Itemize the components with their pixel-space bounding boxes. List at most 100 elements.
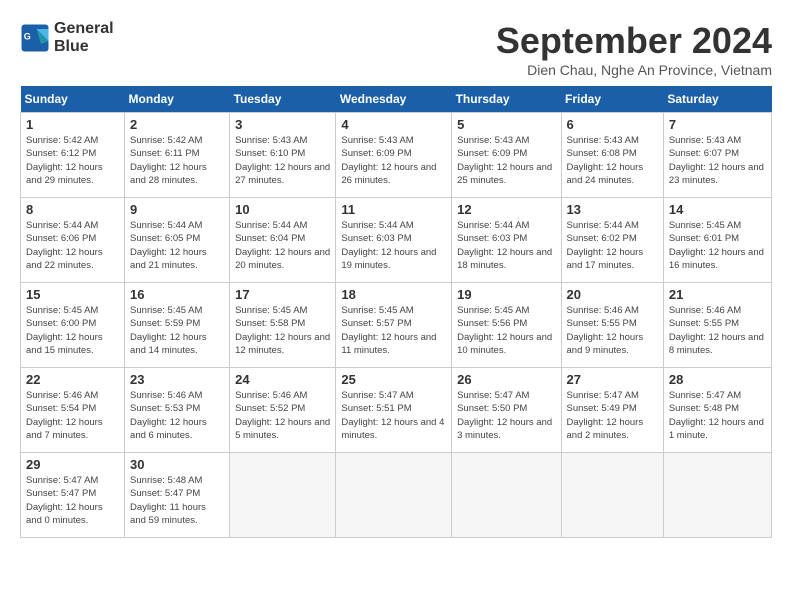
calendar-cell: 9 Sunrise: 5:44 AM Sunset: 6:05 PM Dayli…: [125, 198, 230, 283]
header-row: Sunday Monday Tuesday Wednesday Thursday…: [21, 86, 772, 113]
daylight-label: Daylight: 12 hours and 1 minute.: [669, 417, 764, 441]
calendar-cell: 6 Sunrise: 5:43 AM Sunset: 6:08 PM Dayli…: [561, 113, 663, 198]
day-number: 11: [341, 202, 446, 217]
calendar-cell: [336, 453, 452, 538]
sunrise-label: Sunrise: 5:47 AM: [567, 390, 639, 401]
sunrise-label: Sunrise: 5:44 AM: [130, 220, 202, 231]
sunset-label: Sunset: 6:00 PM: [26, 318, 96, 329]
day-number: 9: [130, 202, 224, 217]
logo: G General Blue: [20, 20, 114, 55]
calendar-cell: 17 Sunrise: 5:45 AM Sunset: 5:58 PM Dayl…: [230, 283, 336, 368]
day-number: 26: [457, 372, 555, 387]
calendar-cell: [663, 453, 771, 538]
day-info: Sunrise: 5:45 AM Sunset: 5:56 PM Dayligh…: [457, 304, 555, 357]
daylight-label: Daylight: 12 hours and 18 minutes.: [457, 247, 552, 271]
calendar-cell: [561, 453, 663, 538]
sunrise-label: Sunrise: 5:46 AM: [567, 305, 639, 316]
daylight-label: Daylight: 12 hours and 19 minutes.: [341, 247, 436, 271]
week-row-4: 22 Sunrise: 5:46 AM Sunset: 5:54 PM Dayl…: [21, 368, 772, 453]
sunrise-label: Sunrise: 5:45 AM: [457, 305, 529, 316]
day-number: 25: [341, 372, 446, 387]
sunset-label: Sunset: 6:03 PM: [341, 233, 411, 244]
sunset-label: Sunset: 6:09 PM: [341, 148, 411, 159]
day-info: Sunrise: 5:47 AM Sunset: 5:48 PM Dayligh…: [669, 389, 766, 442]
calendar-cell: 28 Sunrise: 5:47 AM Sunset: 5:48 PM Dayl…: [663, 368, 771, 453]
calendar-cell: 4 Sunrise: 5:43 AM Sunset: 6:09 PM Dayli…: [336, 113, 452, 198]
daylight-label: Daylight: 12 hours and 16 minutes.: [669, 247, 764, 271]
daylight-label: Daylight: 12 hours and 12 minutes.: [235, 332, 330, 356]
day-number: 16: [130, 287, 224, 302]
sunset-label: Sunset: 6:09 PM: [457, 148, 527, 159]
sunset-label: Sunset: 6:03 PM: [457, 233, 527, 244]
sunset-label: Sunset: 6:08 PM: [567, 148, 637, 159]
logo-line1: General: [54, 20, 114, 38]
page-container: G General Blue September 2024 Dien Chau,…: [20, 20, 772, 538]
calendar-cell: 13 Sunrise: 5:44 AM Sunset: 6:02 PM Dayl…: [561, 198, 663, 283]
sunset-label: Sunset: 5:52 PM: [235, 403, 305, 414]
daylight-label: Daylight: 12 hours and 6 minutes.: [130, 417, 207, 441]
sunset-label: Sunset: 5:47 PM: [130, 488, 200, 499]
day-number: 19: [457, 287, 555, 302]
day-number: 12: [457, 202, 555, 217]
sunrise-label: Sunrise: 5:45 AM: [669, 220, 741, 231]
calendar-cell: 2 Sunrise: 5:42 AM Sunset: 6:11 PM Dayli…: [125, 113, 230, 198]
title-section: September 2024 Dien Chau, Nghe An Provin…: [496, 20, 772, 78]
logo-icon: G: [20, 23, 50, 53]
daylight-label: Daylight: 12 hours and 10 minutes.: [457, 332, 552, 356]
sunset-label: Sunset: 6:05 PM: [130, 233, 200, 244]
day-number: 14: [669, 202, 766, 217]
day-number: 7: [669, 117, 766, 132]
daylight-label: Daylight: 12 hours and 9 minutes.: [567, 332, 644, 356]
sunrise-label: Sunrise: 5:45 AM: [341, 305, 413, 316]
sunrise-label: Sunrise: 5:46 AM: [26, 390, 98, 401]
day-number: 18: [341, 287, 446, 302]
week-row-3: 15 Sunrise: 5:45 AM Sunset: 6:00 PM Dayl…: [21, 283, 772, 368]
header-monday: Monday: [125, 86, 230, 113]
daylight-label: Daylight: 12 hours and 28 minutes.: [130, 162, 207, 186]
sunset-label: Sunset: 6:11 PM: [130, 148, 200, 159]
header-tuesday: Tuesday: [230, 86, 336, 113]
week-row-2: 8 Sunrise: 5:44 AM Sunset: 6:06 PM Dayli…: [21, 198, 772, 283]
daylight-label: Daylight: 12 hours and 23 minutes.: [669, 162, 764, 186]
calendar-cell: 10 Sunrise: 5:44 AM Sunset: 6:04 PM Dayl…: [230, 198, 336, 283]
calendar-cell: 18 Sunrise: 5:45 AM Sunset: 5:57 PM Dayl…: [336, 283, 452, 368]
calendar-table: Sunday Monday Tuesday Wednesday Thursday…: [20, 86, 772, 538]
sunrise-label: Sunrise: 5:47 AM: [457, 390, 529, 401]
sunrise-label: Sunrise: 5:47 AM: [669, 390, 741, 401]
day-info: Sunrise: 5:46 AM Sunset: 5:53 PM Dayligh…: [130, 389, 224, 442]
day-number: 1: [26, 117, 119, 132]
day-info: Sunrise: 5:43 AM Sunset: 6:10 PM Dayligh…: [235, 134, 330, 187]
calendar-cell: 25 Sunrise: 5:47 AM Sunset: 5:51 PM Dayl…: [336, 368, 452, 453]
sunrise-label: Sunrise: 5:42 AM: [130, 135, 202, 146]
day-info: Sunrise: 5:44 AM Sunset: 6:04 PM Dayligh…: [235, 219, 330, 272]
daylight-label: Daylight: 12 hours and 27 minutes.: [235, 162, 330, 186]
sunset-label: Sunset: 5:53 PM: [130, 403, 200, 414]
sunrise-label: Sunrise: 5:43 AM: [457, 135, 529, 146]
week-row-1: 1 Sunrise: 5:42 AM Sunset: 6:12 PM Dayli…: [21, 113, 772, 198]
day-number: 3: [235, 117, 330, 132]
daylight-label: Daylight: 12 hours and 3 minutes.: [457, 417, 552, 441]
calendar-cell: 29 Sunrise: 5:47 AM Sunset: 5:47 PM Dayl…: [21, 453, 125, 538]
day-number: 29: [26, 457, 119, 472]
sunrise-label: Sunrise: 5:44 AM: [235, 220, 307, 231]
day-number: 20: [567, 287, 658, 302]
calendar-cell: 1 Sunrise: 5:42 AM Sunset: 6:12 PM Dayli…: [21, 113, 125, 198]
sunset-label: Sunset: 5:59 PM: [130, 318, 200, 329]
sunrise-label: Sunrise: 5:43 AM: [567, 135, 639, 146]
daylight-label: Daylight: 12 hours and 22 minutes.: [26, 247, 103, 271]
svg-text:G: G: [24, 31, 31, 41]
sunrise-label: Sunrise: 5:44 AM: [26, 220, 98, 231]
day-info: Sunrise: 5:47 AM Sunset: 5:49 PM Dayligh…: [567, 389, 658, 442]
day-info: Sunrise: 5:47 AM Sunset: 5:47 PM Dayligh…: [26, 474, 119, 527]
calendar-cell: 16 Sunrise: 5:45 AM Sunset: 5:59 PM Dayl…: [125, 283, 230, 368]
day-info: Sunrise: 5:42 AM Sunset: 6:12 PM Dayligh…: [26, 134, 119, 187]
calendar-subtitle: Dien Chau, Nghe An Province, Vietnam: [496, 62, 772, 78]
calendar-cell: 20 Sunrise: 5:46 AM Sunset: 5:55 PM Dayl…: [561, 283, 663, 368]
daylight-label: Daylight: 12 hours and 4 minutes.: [341, 417, 444, 441]
day-number: 2: [130, 117, 224, 132]
calendar-cell: 11 Sunrise: 5:44 AM Sunset: 6:03 PM Dayl…: [336, 198, 452, 283]
sunset-label: Sunset: 6:10 PM: [235, 148, 305, 159]
sunrise-label: Sunrise: 5:43 AM: [341, 135, 413, 146]
calendar-cell: 21 Sunrise: 5:46 AM Sunset: 5:55 PM Dayl…: [663, 283, 771, 368]
header: G General Blue September 2024 Dien Chau,…: [20, 20, 772, 78]
